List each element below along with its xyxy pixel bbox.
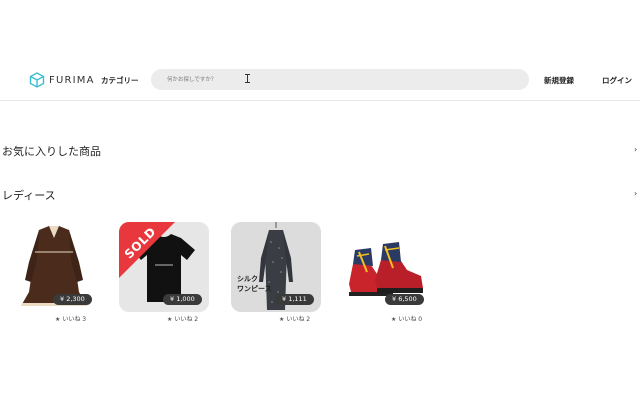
like-label: いいね 2 <box>174 316 199 323</box>
star-icon: ★ <box>279 316 285 323</box>
header: FURIMA カテゴリー 新規登録 ログイン <box>0 58 640 101</box>
cube-logo-icon <box>29 72 45 88</box>
like-label: いいね 2 <box>286 316 311 323</box>
image-caption-line: シルク <box>237 275 258 283</box>
like-count[interactable]: ★ いいね 0 <box>391 314 422 323</box>
like-label: いいね 0 <box>398 316 423 323</box>
like-count[interactable]: ★ いいね 2 <box>279 314 310 323</box>
image-caption: シルク ワンピース <box>237 274 272 294</box>
product-card[interactable]: シルク ワンピース ¥ 1,111 ★ いいね 2 <box>231 222 321 323</box>
product-card[interactable]: SOLD ¥ 1,000 ★ いいね 2 <box>119 222 209 323</box>
like-count[interactable]: ★ いいね 2 <box>167 314 198 323</box>
search-input[interactable] <box>151 69 529 90</box>
product-image[interactable]: ¥ 2,300 <box>9 222 99 312</box>
star-icon: ★ <box>55 316 61 323</box>
login-link[interactable]: ログイン <box>602 75 632 86</box>
price-badge: ¥ 2,300 <box>53 294 92 305</box>
price-badge: ¥ 1,000 <box>163 294 202 305</box>
ladies-arrow-icon[interactable]: › <box>634 189 637 198</box>
price-badge: ¥ 1,111 <box>275 294 314 305</box>
product-image[interactable]: ¥ 6,500 <box>341 222 431 312</box>
category-link[interactable]: カテゴリー <box>101 75 139 86</box>
favorites-section-title[interactable]: お気に入りした商品 <box>2 143 101 159</box>
product-card[interactable]: ¥ 2,300 ★ いいね 3 <box>9 222 99 323</box>
star-icon: ★ <box>167 316 173 323</box>
signup-link[interactable]: 新規登録 <box>544 75 574 86</box>
product-image[interactable]: シルク ワンピース ¥ 1,111 <box>231 222 321 312</box>
search-bar[interactable] <box>151 69 529 90</box>
like-label: いいね 3 <box>62 316 87 323</box>
star-icon: ★ <box>391 316 397 323</box>
product-image[interactable]: SOLD ¥ 1,000 <box>119 222 209 312</box>
logo-text: FURIMA <box>49 74 95 86</box>
image-caption-line: ワンピース <box>237 285 272 293</box>
price-badge: ¥ 6,500 <box>385 294 424 305</box>
like-count[interactable]: ★ いいね 3 <box>55 314 86 323</box>
product-card[interactable]: ¥ 6,500 ★ いいね 0 <box>341 222 431 323</box>
text-cursor-icon <box>245 74 250 83</box>
logo[interactable]: FURIMA <box>29 72 95 88</box>
ladies-section-title[interactable]: レディース <box>2 187 56 203</box>
favorites-arrow-icon[interactable]: › <box>634 145 637 154</box>
